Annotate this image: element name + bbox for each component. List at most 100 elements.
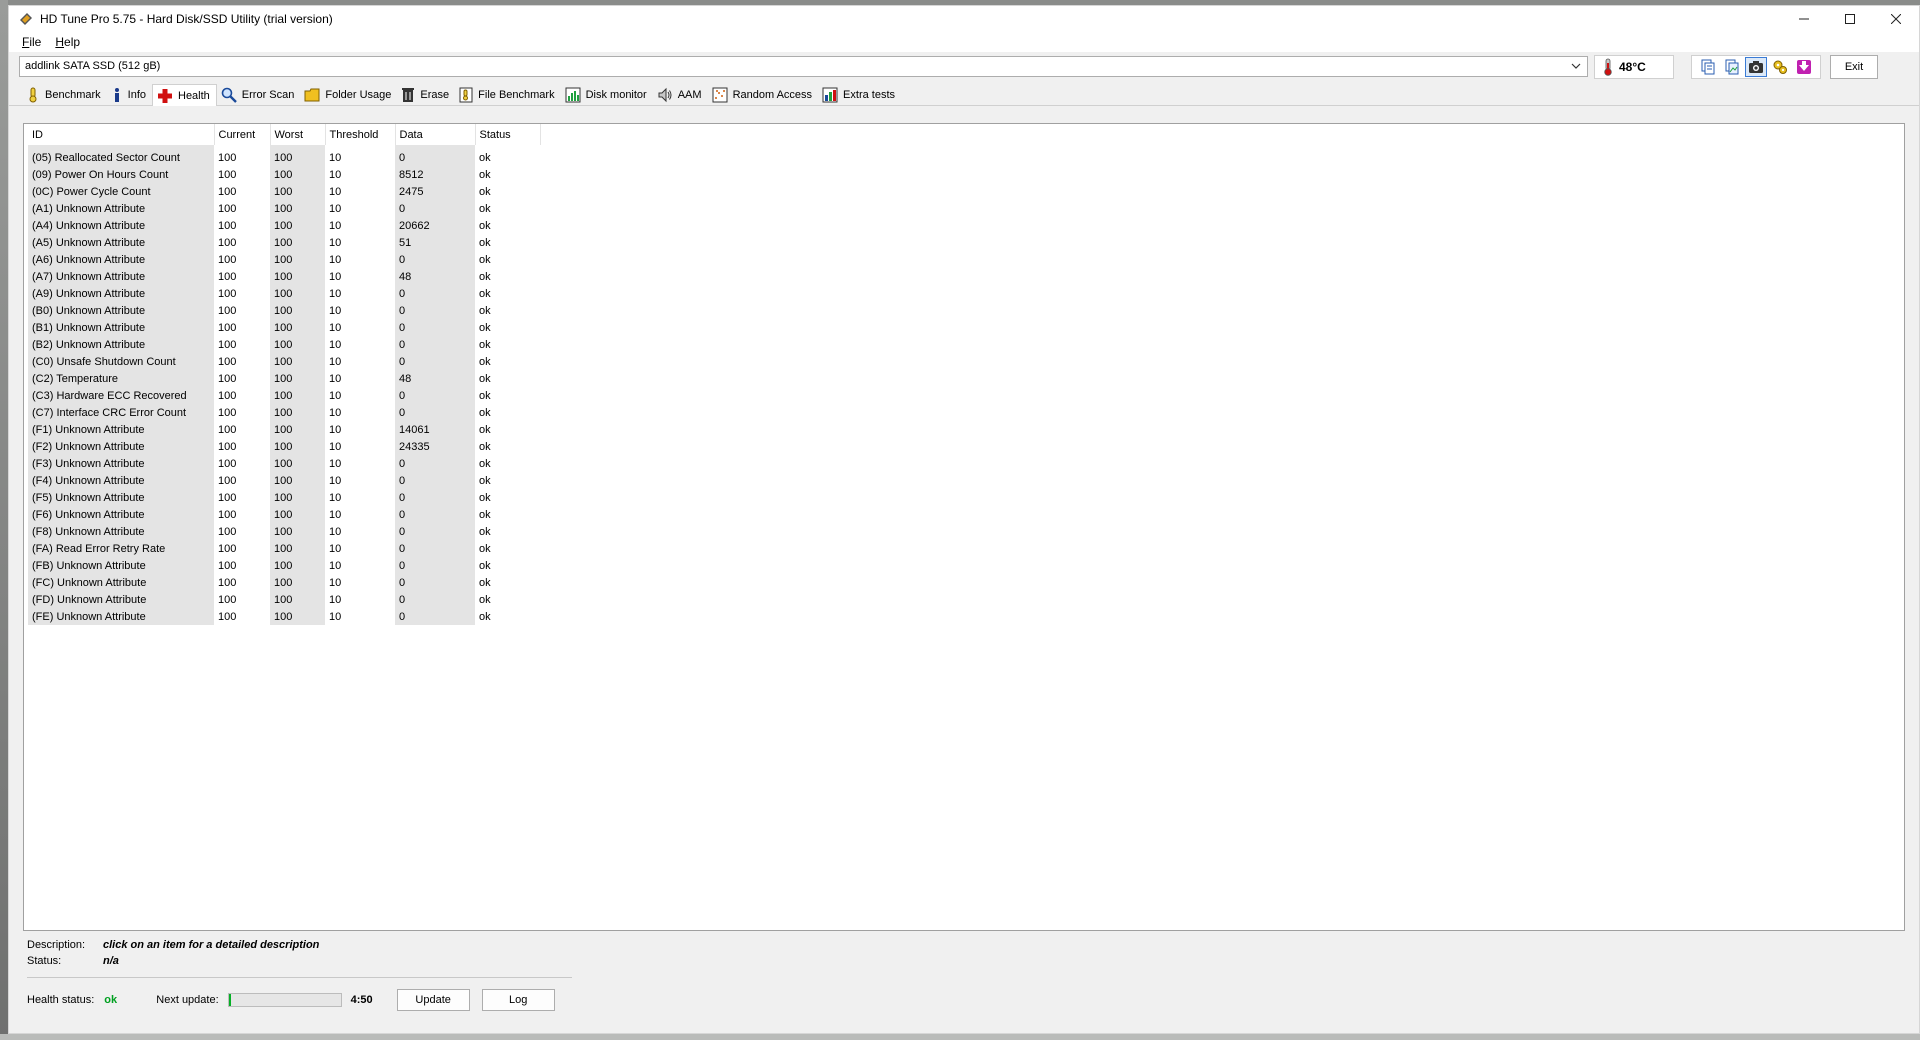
cell-id: (A9) Unknown Attribute <box>28 285 214 302</box>
exit-button[interactable]: Exit <box>1830 55 1878 79</box>
cell-id: (F1) Unknown Attribute <box>28 421 214 438</box>
cell-id: (F8) Unknown Attribute <box>28 523 214 540</box>
cell-current: 100 <box>218 151 237 164</box>
tab-extra-tests[interactable]: Extra tests <box>818 85 901 105</box>
table-row[interactable]: (F1) Unknown Attribute 100 100 10 14061 ok <box>28 421 540 438</box>
column-header-worst[interactable]: Worst <box>270 124 326 145</box>
table-row[interactable]: (A9) Unknown Attribute 100 100 10 0 ok <box>28 285 540 302</box>
table-row[interactable]: (B1) Unknown Attribute 100 100 10 0 ok <box>28 319 540 336</box>
table-row[interactable]: (0C) Power Cycle Count 100 100 10 2475 ok <box>28 183 540 200</box>
tab-disk-monitor[interactable]: Disk monitor <box>561 85 653 105</box>
table-row[interactable]: (05) Reallocated Sector Count 100 100 10 0 ok <box>28 149 540 166</box>
table-row[interactable]: (B2) Unknown Attribute 100 100 10 0 ok <box>28 336 540 353</box>
tab-folder-usage[interactable]: Folder Usage <box>300 85 397 105</box>
cell-worst: 100 <box>270 574 325 591</box>
drive-select[interactable]: addlink SATA SSD (512 gB) <box>19 56 1588 77</box>
cell-current: 100 <box>218 389 237 402</box>
tab-benchmark[interactable]: Benchmark <box>22 85 107 105</box>
column-header-threshold[interactable]: Threshold <box>325 124 396 145</box>
cell-status: ok <box>479 576 491 589</box>
column-header-status[interactable]: Status <box>475 124 541 145</box>
table-row[interactable]: (F8) Unknown Attribute 100 100 10 0 ok <box>28 523 540 540</box>
cell-id: (F5) Unknown Attribute <box>28 489 214 506</box>
screenshot-button[interactable] <box>1745 57 1767 77</box>
table-row[interactable]: (FC) Unknown Attribute 100 100 10 0 ok <box>28 574 540 591</box>
table-row[interactable]: (F2) Unknown Attribute 100 100 10 24335 ok <box>28 438 540 455</box>
menu-help[interactable]: Help <box>48 35 87 49</box>
cell-threshold: 10 <box>329 151 342 164</box>
table-row[interactable]: (FD) Unknown Attribute 100 100 10 0 ok <box>28 591 540 608</box>
cell-worst: 100 <box>270 251 325 268</box>
cell-worst: 100 <box>270 404 325 421</box>
table-row[interactable]: (F5) Unknown Attribute 100 100 10 0 ok <box>28 489 540 506</box>
cell-status: ok <box>479 508 491 521</box>
cell-threshold: 10 <box>329 355 342 368</box>
cell-status: ok <box>479 287 491 300</box>
table-row[interactable]: (A5) Unknown Attribute 100 100 10 51 ok <box>28 234 540 251</box>
cell-id: (C7) Interface CRC Error Count <box>28 404 214 421</box>
table-row[interactable]: (09) Power On Hours Count 100 100 10 8512 ok <box>28 166 540 183</box>
disk-monitor-icon <box>565 87 581 103</box>
table-row[interactable]: (C2) Temperature 100 100 10 48 ok <box>28 370 540 387</box>
update-button[interactable]: Update <box>396 989 470 1011</box>
cell-threshold: 10 <box>329 593 342 606</box>
cell-id: (F4) Unknown Attribute <box>28 472 214 489</box>
cell-status: ok <box>479 542 491 555</box>
column-header-data[interactable]: Data <box>395 124 476 145</box>
error-scan-icon <box>221 87 237 103</box>
tab-random-access[interactable]: Random Access <box>708 85 818 105</box>
table-row[interactable]: (A6) Unknown Attribute 100 100 10 0 ok <box>28 251 540 268</box>
tab-error-scan[interactable]: Error Scan <box>217 85 301 105</box>
maximize-button[interactable] <box>1827 6 1873 32</box>
table-row[interactable]: (C7) Interface CRC Error Count 100 100 10 0 o… <box>28 404 540 421</box>
table-row[interactable]: (A7) Unknown Attribute 100 100 10 48 ok <box>28 268 540 285</box>
table-row[interactable]: (A1) Unknown Attribute 100 100 10 0 ok <box>28 200 540 217</box>
table-row[interactable]: (FA) Read Error Retry Rate 100 100 10 0 ok <box>28 540 540 557</box>
cell-current: 100 <box>218 542 237 555</box>
tab-erase[interactable]: Erase <box>397 85 455 105</box>
cell-status: ok <box>479 185 491 198</box>
cell-worst: 100 <box>270 268 325 285</box>
table-row[interactable]: (F6) Unknown Attribute 100 100 10 0 ok <box>28 506 540 523</box>
table-row[interactable]: (C3) Hardware ECC Recovered 100 100 10 0 ok <box>28 387 540 404</box>
cell-data: 20662 <box>395 217 475 234</box>
cell-status: ok <box>479 253 491 266</box>
tab-file-benchmark[interactable]: File Benchmark <box>455 85 560 105</box>
log-button[interactable]: Log <box>481 989 555 1011</box>
table-row[interactable]: (FE) Unknown Attribute 100 100 10 0 ok <box>28 608 540 625</box>
table-row[interactable]: (F4) Unknown Attribute 100 100 10 0 ok <box>28 472 540 489</box>
table-row[interactable]: (A4) Unknown Attribute 100 100 10 20662 ok <box>28 217 540 234</box>
cell-status: ok <box>479 304 491 317</box>
tab-aam[interactable]: AAM <box>653 85 708 105</box>
cell-data: 0 <box>395 472 475 489</box>
tab-bar: Benchmark Info Health Error Scan Folder … <box>9 84 1919 106</box>
cell-data: 0 <box>395 387 475 404</box>
menu-file[interactable]: File <box>15 35 48 49</box>
cell-worst: 100 <box>270 608 325 625</box>
cell-worst: 100 <box>270 557 325 574</box>
table-row[interactable]: (FB) Unknown Attribute 100 100 10 0 ok <box>28 557 540 574</box>
table-body: (05) Reallocated Sector Count 100 100 10 0 ok… <box>28 145 540 625</box>
save-button[interactable] <box>1793 57 1815 77</box>
options-button[interactable] <box>1769 57 1791 77</box>
tab-info[interactable]: Info <box>107 85 152 105</box>
tab-health[interactable]: Health <box>152 84 217 106</box>
cell-threshold: 10 <box>329 457 342 470</box>
cell-worst: 100 <box>270 200 325 217</box>
cell-data: 48 <box>395 370 475 387</box>
minimize-button[interactable] <box>1781 6 1827 32</box>
cell-current: 100 <box>218 236 237 249</box>
cell-worst: 100 <box>270 336 325 353</box>
table-row[interactable]: (B0) Unknown Attribute 100 100 10 0 ok <box>28 302 540 319</box>
cell-threshold: 10 <box>329 576 342 589</box>
title-bar[interactable]: HD Tune Pro 5.75 - Hard Disk/SSD Utility… <box>9 6 1919 32</box>
copy-image-button[interactable] <box>1721 57 1743 77</box>
cell-current: 100 <box>218 491 237 504</box>
close-button[interactable] <box>1873 6 1919 32</box>
table-row[interactable]: (F3) Unknown Attribute 100 100 10 0 ok <box>28 455 540 472</box>
column-header-current[interactable]: Current <box>214 124 271 145</box>
column-header-id[interactable]: ID <box>28 124 215 145</box>
cell-data: 0 <box>395 506 475 523</box>
copy-text-button[interactable] <box>1697 57 1719 77</box>
table-row[interactable]: (C0) Unsafe Shutdown Count 100 100 10 0 ok <box>28 353 540 370</box>
